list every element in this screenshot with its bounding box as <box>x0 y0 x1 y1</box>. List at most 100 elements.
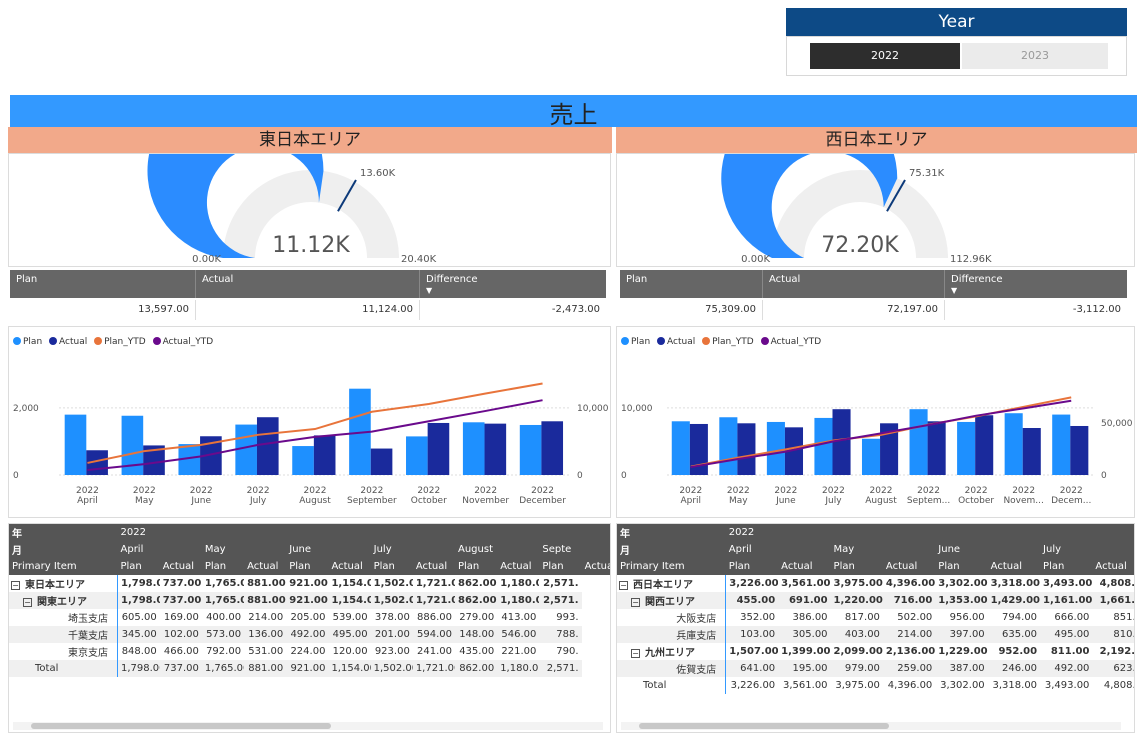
matrix-month-label: 月 <box>617 541 726 558</box>
gauge-max-label: 20.40K <box>401 254 437 265</box>
bar-plan[interactable] <box>719 417 738 475</box>
matrix-cell: 214.00 <box>882 626 936 643</box>
bar-plan[interactable] <box>766 421 785 475</box>
matrix-cell: 635.00 <box>987 626 1041 643</box>
x-tick-label: Decem... <box>1051 496 1091 506</box>
bar-plan[interactable] <box>462 422 485 475</box>
west-combo-chart: 010,000050,0002022April2022May2022June20… <box>621 396 1133 506</box>
kpi-difference-value: -3,112.00 <box>1072 304 1121 315</box>
west-chart-legend[interactable]: Plan Actual Plan_YTD Actual_YTD <box>621 337 825 347</box>
year-option-2023[interactable]: 2023 <box>962 43 1108 69</box>
bar-actual[interactable] <box>1022 428 1041 475</box>
matrix-row-label: 兵庫支店 <box>617 626 727 643</box>
collapse-toggle-icon[interactable]: − <box>23 598 32 607</box>
east-combo-chart: 02,000010,0002022April2022May2022June202… <box>13 382 609 506</box>
west-gauge: 75.31K 72.20K 0.00K 112.96K <box>721 90 992 265</box>
matrix-row-label: − 九州エリア <box>617 643 727 660</box>
bar-plan[interactable] <box>1004 413 1023 475</box>
matrix-year-value[interactable]: 2022 <box>725 524 1134 541</box>
bar-plan[interactable] <box>909 409 928 475</box>
bar-actual[interactable] <box>427 422 450 475</box>
bar-actual[interactable] <box>737 423 756 475</box>
x-tick-label: June <box>775 496 796 506</box>
matrix-year-value[interactable]: 2022 <box>117 524 610 541</box>
y-tick-right: 50,000 <box>1101 419 1133 429</box>
kpi-header-plan: Plan <box>10 270 196 298</box>
matrix-month-header[interactable]: June <box>286 541 371 558</box>
matrix-year-label: 年 <box>617 524 726 541</box>
matrix-cell: 1,220.00 <box>830 592 883 609</box>
collapse-toggle-icon[interactable]: − <box>619 581 628 590</box>
matrix-row-label: 大阪支店 <box>617 609 727 626</box>
matrix-plan-header: Plan <box>286 558 329 575</box>
bar-plan[interactable] <box>671 421 690 475</box>
bar-actual[interactable] <box>1070 425 1089 475</box>
collapse-toggle-icon[interactable]: − <box>631 649 640 658</box>
matrix-month-header[interactable]: April <box>117 541 202 558</box>
bar-actual[interactable] <box>370 448 393 475</box>
bar-actual[interactable] <box>313 435 336 475</box>
matrix-cell: 1,429.00 <box>987 592 1041 609</box>
matrix-cell: 1,502.00 <box>370 660 413 677</box>
kpi-header-difference[interactable]: Difference ▼ <box>420 270 606 298</box>
legend-plan: Plan <box>621 337 650 347</box>
matrix-cell: 788. <box>539 626 582 643</box>
bar-actual[interactable] <box>975 415 994 475</box>
matrix-cell: 3,561.00 <box>783 680 828 691</box>
y-tick-left: 0 <box>621 471 627 481</box>
x-tick-label: July <box>249 496 267 506</box>
bar-actual[interactable] <box>927 421 946 475</box>
matrix-month-header[interactable]: Septe <box>539 541 610 558</box>
matrix-actual-header: Actual <box>159 558 202 575</box>
west-matrix-hscroll[interactable] <box>621 722 1121 730</box>
kpi-header-difference[interactable]: Difference ▼ <box>945 270 1127 298</box>
bar-plan[interactable] <box>519 424 542 475</box>
bar-plan[interactable] <box>1052 414 1071 475</box>
east-chart-legend[interactable]: Plan Actual Plan_YTD Actual_YTD <box>13 337 217 347</box>
bar-actual[interactable] <box>832 409 851 475</box>
matrix-cell: 531.00 <box>248 646 284 657</box>
x-tick-label: 2022 <box>76 486 99 496</box>
east-matrix-table: 年 2022 月 April May June July August Septe Primary… <box>9 524 610 677</box>
matrix-month-header[interactable]: July <box>1040 541 1134 558</box>
bar-plan[interactable] <box>814 417 833 475</box>
bar-actual[interactable] <box>484 423 507 475</box>
matrix-cell: 3,226.00 <box>729 578 779 589</box>
matrix-cell: 792.00 <box>206 646 242 657</box>
x-tick-label: April <box>77 496 98 506</box>
x-tick-label: August <box>299 496 331 506</box>
matrix-cell: 400.00 <box>206 612 242 623</box>
matrix-month-header[interactable]: August <box>455 541 540 558</box>
kpi-header: Plan Actual Difference ▼ <box>10 270 606 298</box>
matrix-cell: 435.00 <box>459 646 495 657</box>
east-matrix-hscroll[interactable] <box>13 722 603 730</box>
collapse-toggle-icon[interactable]: − <box>631 598 640 607</box>
matrix-cell: 737.00 <box>162 578 202 589</box>
matrix-cell: 4,396.00 <box>885 578 936 589</box>
matrix-month-header[interactable]: May <box>201 541 287 558</box>
bar-actual[interactable] <box>256 417 279 475</box>
matrix-month-header[interactable]: June <box>935 541 1041 558</box>
bar-plan[interactable] <box>406 436 428 475</box>
matrix-month-header[interactable]: April <box>725 541 831 558</box>
matrix-month-header[interactable]: July <box>370 541 455 558</box>
year-option-2022[interactable]: 2022 <box>810 43 960 69</box>
sort-desc-icon: ▼ <box>951 286 958 295</box>
bar-actual[interactable] <box>541 421 564 475</box>
matrix-cell: 923.00 <box>374 646 410 657</box>
matrix-cell: 279.00 <box>459 612 495 623</box>
east-gauge-panel: 13.60K 11.12K 0.00K 20.40K <box>8 82 611 267</box>
x-tick-label: 2022 <box>870 486 893 496</box>
collapse-toggle-icon[interactable]: − <box>11 581 20 590</box>
kpi-difference-value: -2,473.00 <box>551 304 600 315</box>
matrix-cell: 1,661.0 <box>1092 592 1134 609</box>
matrix-month-header[interactable]: May <box>830 541 936 558</box>
bar-plan[interactable] <box>64 414 87 475</box>
matrix-cell: 573.00 <box>201 626 245 643</box>
matrix-cell: 4,808.0 <box>1103 680 1134 691</box>
bar-plan[interactable] <box>861 438 881 475</box>
bar-plan[interactable] <box>292 446 314 475</box>
x-tick-label: 2022 <box>727 486 750 496</box>
matrix-cell: 1,721.00 <box>412 592 455 609</box>
bar-plan[interactable] <box>957 421 976 475</box>
